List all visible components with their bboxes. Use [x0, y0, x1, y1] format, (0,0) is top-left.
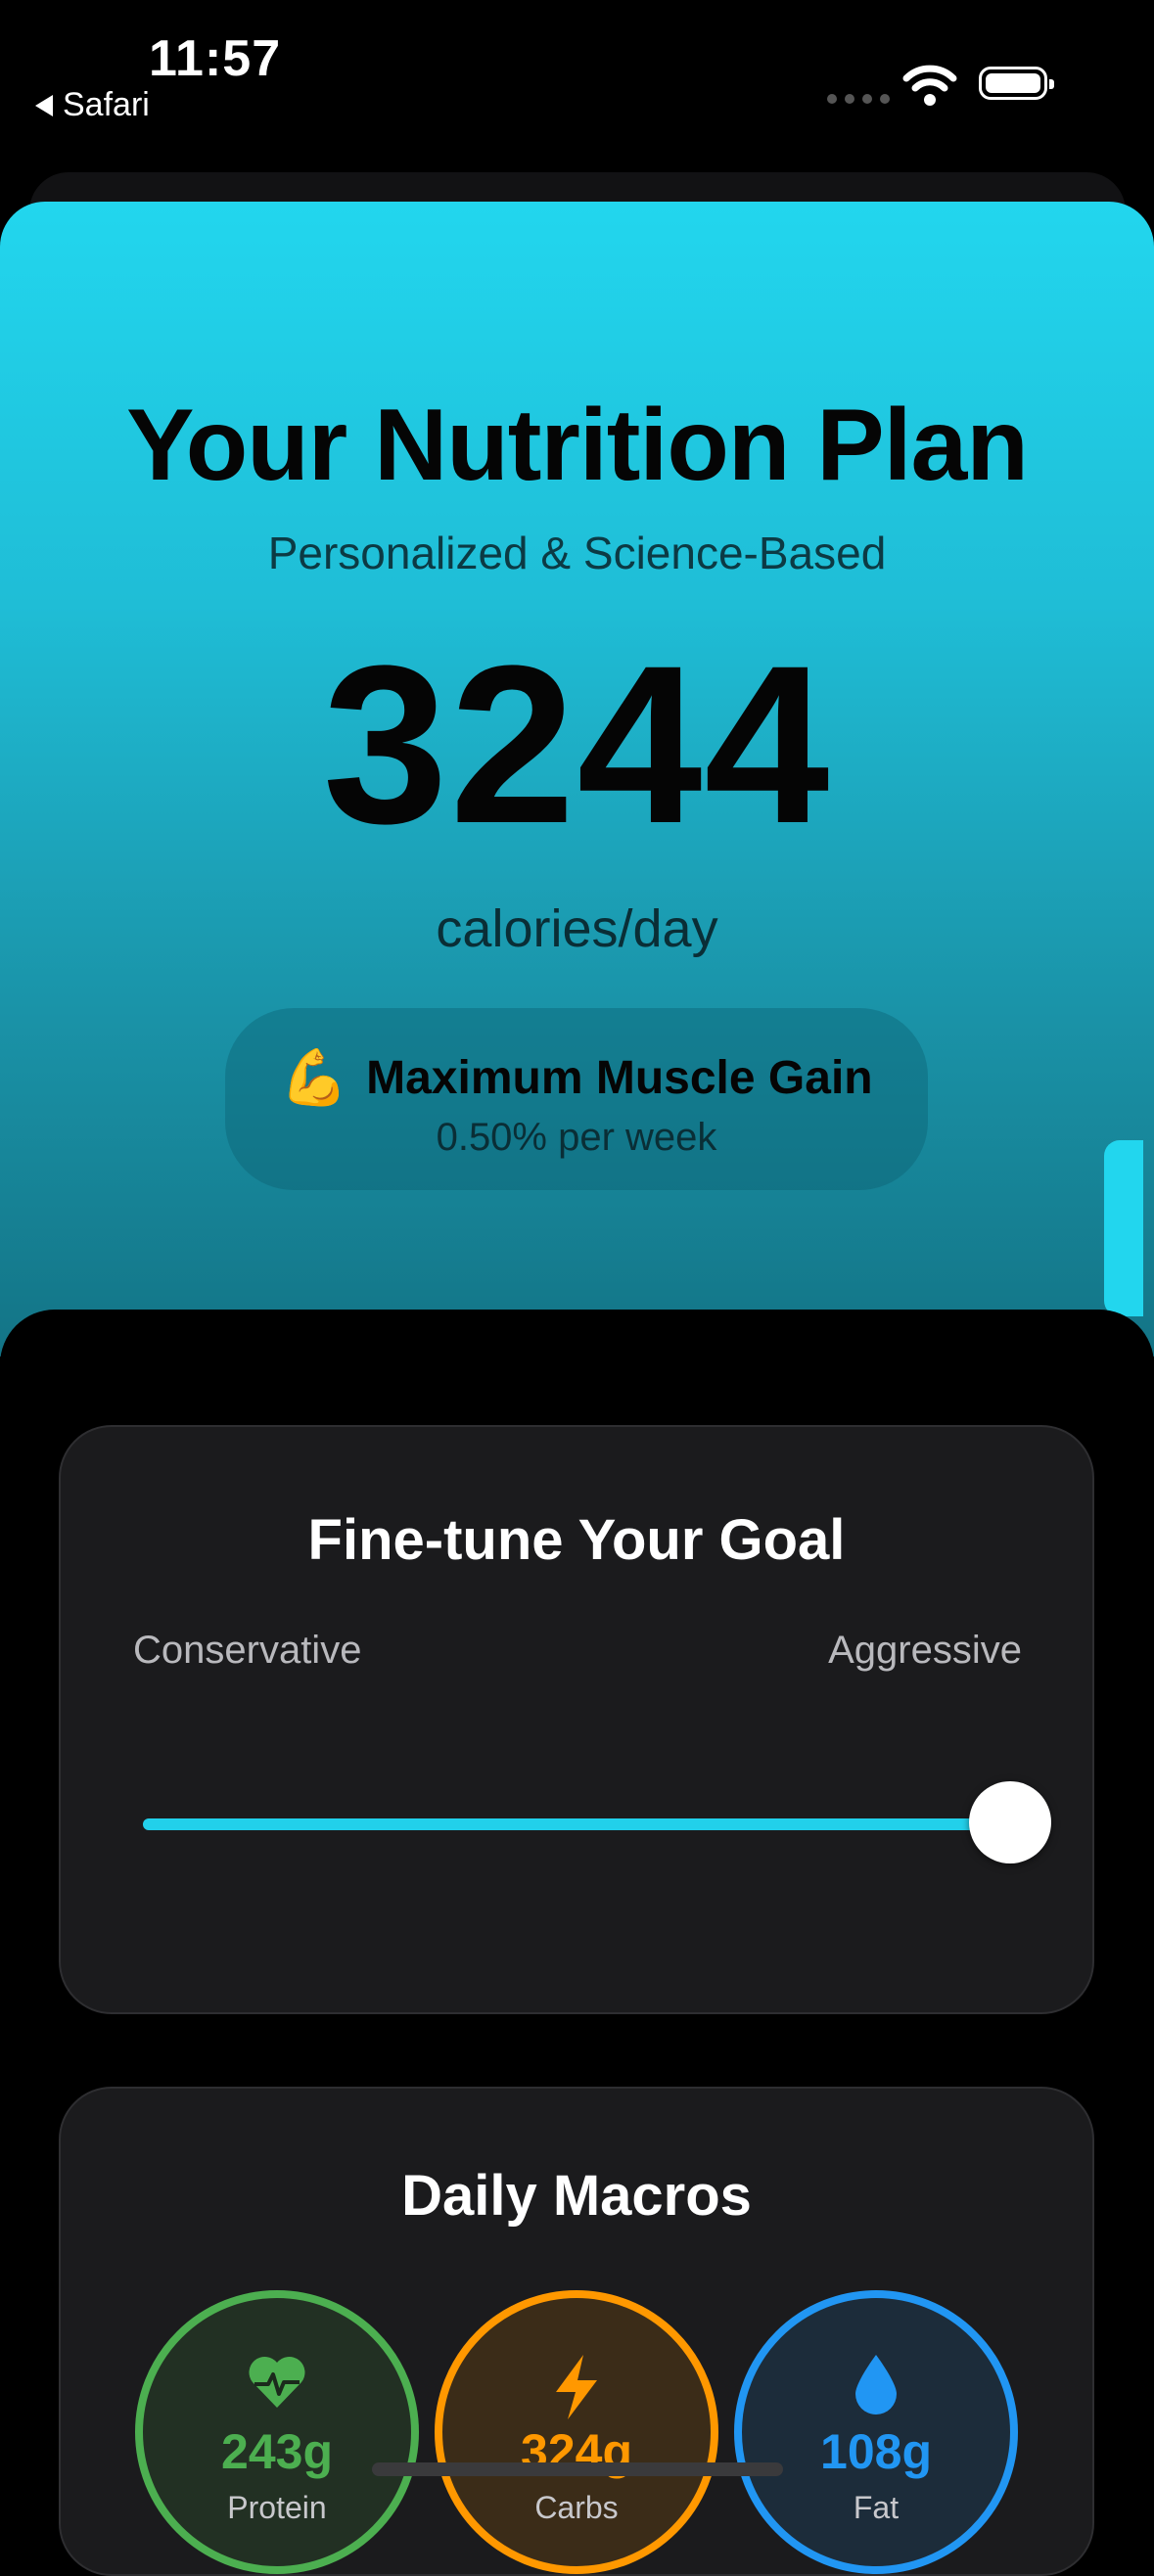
- side-drawer-handle[interactable]: [1104, 1140, 1143, 1316]
- back-app-label: Safari: [63, 86, 150, 123]
- macro-label: Carbs: [534, 2490, 619, 2525]
- back-to-safari-button[interactable]: Safari: [35, 86, 150, 124]
- status-time: 11:57: [149, 30, 282, 87]
- fine-tune-title: Fine-tune Your Goal: [307, 1508, 846, 1572]
- slider-max-label: Aggressive: [828, 1629, 1022, 1672]
- daily-macros-title: Daily Macros: [401, 2164, 752, 2228]
- nutrition-plan-hero: Your Nutrition Plan Personalized & Scien…: [0, 202, 1154, 1357]
- macro-protein[interactable]: 243g Protein: [135, 2290, 419, 2574]
- goal-slider-thumb[interactable]: [969, 1781, 1051, 1863]
- page-title: Your Nutrition Plan: [126, 389, 1029, 502]
- droplet-icon: [855, 2355, 897, 2415]
- goal-rate: 0.50% per week: [436, 1116, 717, 1159]
- goal-slider-fill: [143, 1818, 1010, 1830]
- battery-icon: [979, 67, 1054, 100]
- fine-tune-card: Fine-tune Your Goal Conservative Aggress…: [59, 1425, 1094, 2014]
- macro-label: Protein: [227, 2490, 327, 2525]
- wifi-icon: [902, 65, 957, 106]
- goal-name: Maximum Muscle Gain: [366, 1051, 873, 1104]
- status-bar: 11:57 Safari: [0, 0, 1154, 166]
- slider-min-label: Conservative: [133, 1629, 362, 1672]
- back-arrow-icon: [35, 94, 53, 116]
- flexed-bicep-icon: 💪: [280, 1046, 349, 1108]
- calorie-unit: calories/day: [436, 899, 718, 958]
- heart-pulse-icon: [249, 2356, 305, 2408]
- home-indicator[interactable]: [372, 2462, 783, 2476]
- goal-slider-track[interactable]: [143, 1818, 1010, 1830]
- macro-carbs[interactable]: 324g Carbs: [435, 2290, 718, 2574]
- macro-label: Fat: [853, 2490, 900, 2525]
- goal-badge: 💪 Maximum Muscle Gain 0.50% per week: [225, 1008, 928, 1190]
- macro-value: 243g: [221, 2424, 333, 2479]
- calorie-value: 3244: [322, 619, 832, 870]
- lightning-icon: [556, 2355, 597, 2419]
- cellular-signal-icon: [827, 94, 890, 104]
- page-subtitle: Personalized & Science-Based: [267, 528, 887, 578]
- daily-macros-card: Daily Macros 243g Protein 324g Carbs 108…: [59, 2087, 1094, 2576]
- macro-fat[interactable]: 108g Fat: [734, 2290, 1018, 2574]
